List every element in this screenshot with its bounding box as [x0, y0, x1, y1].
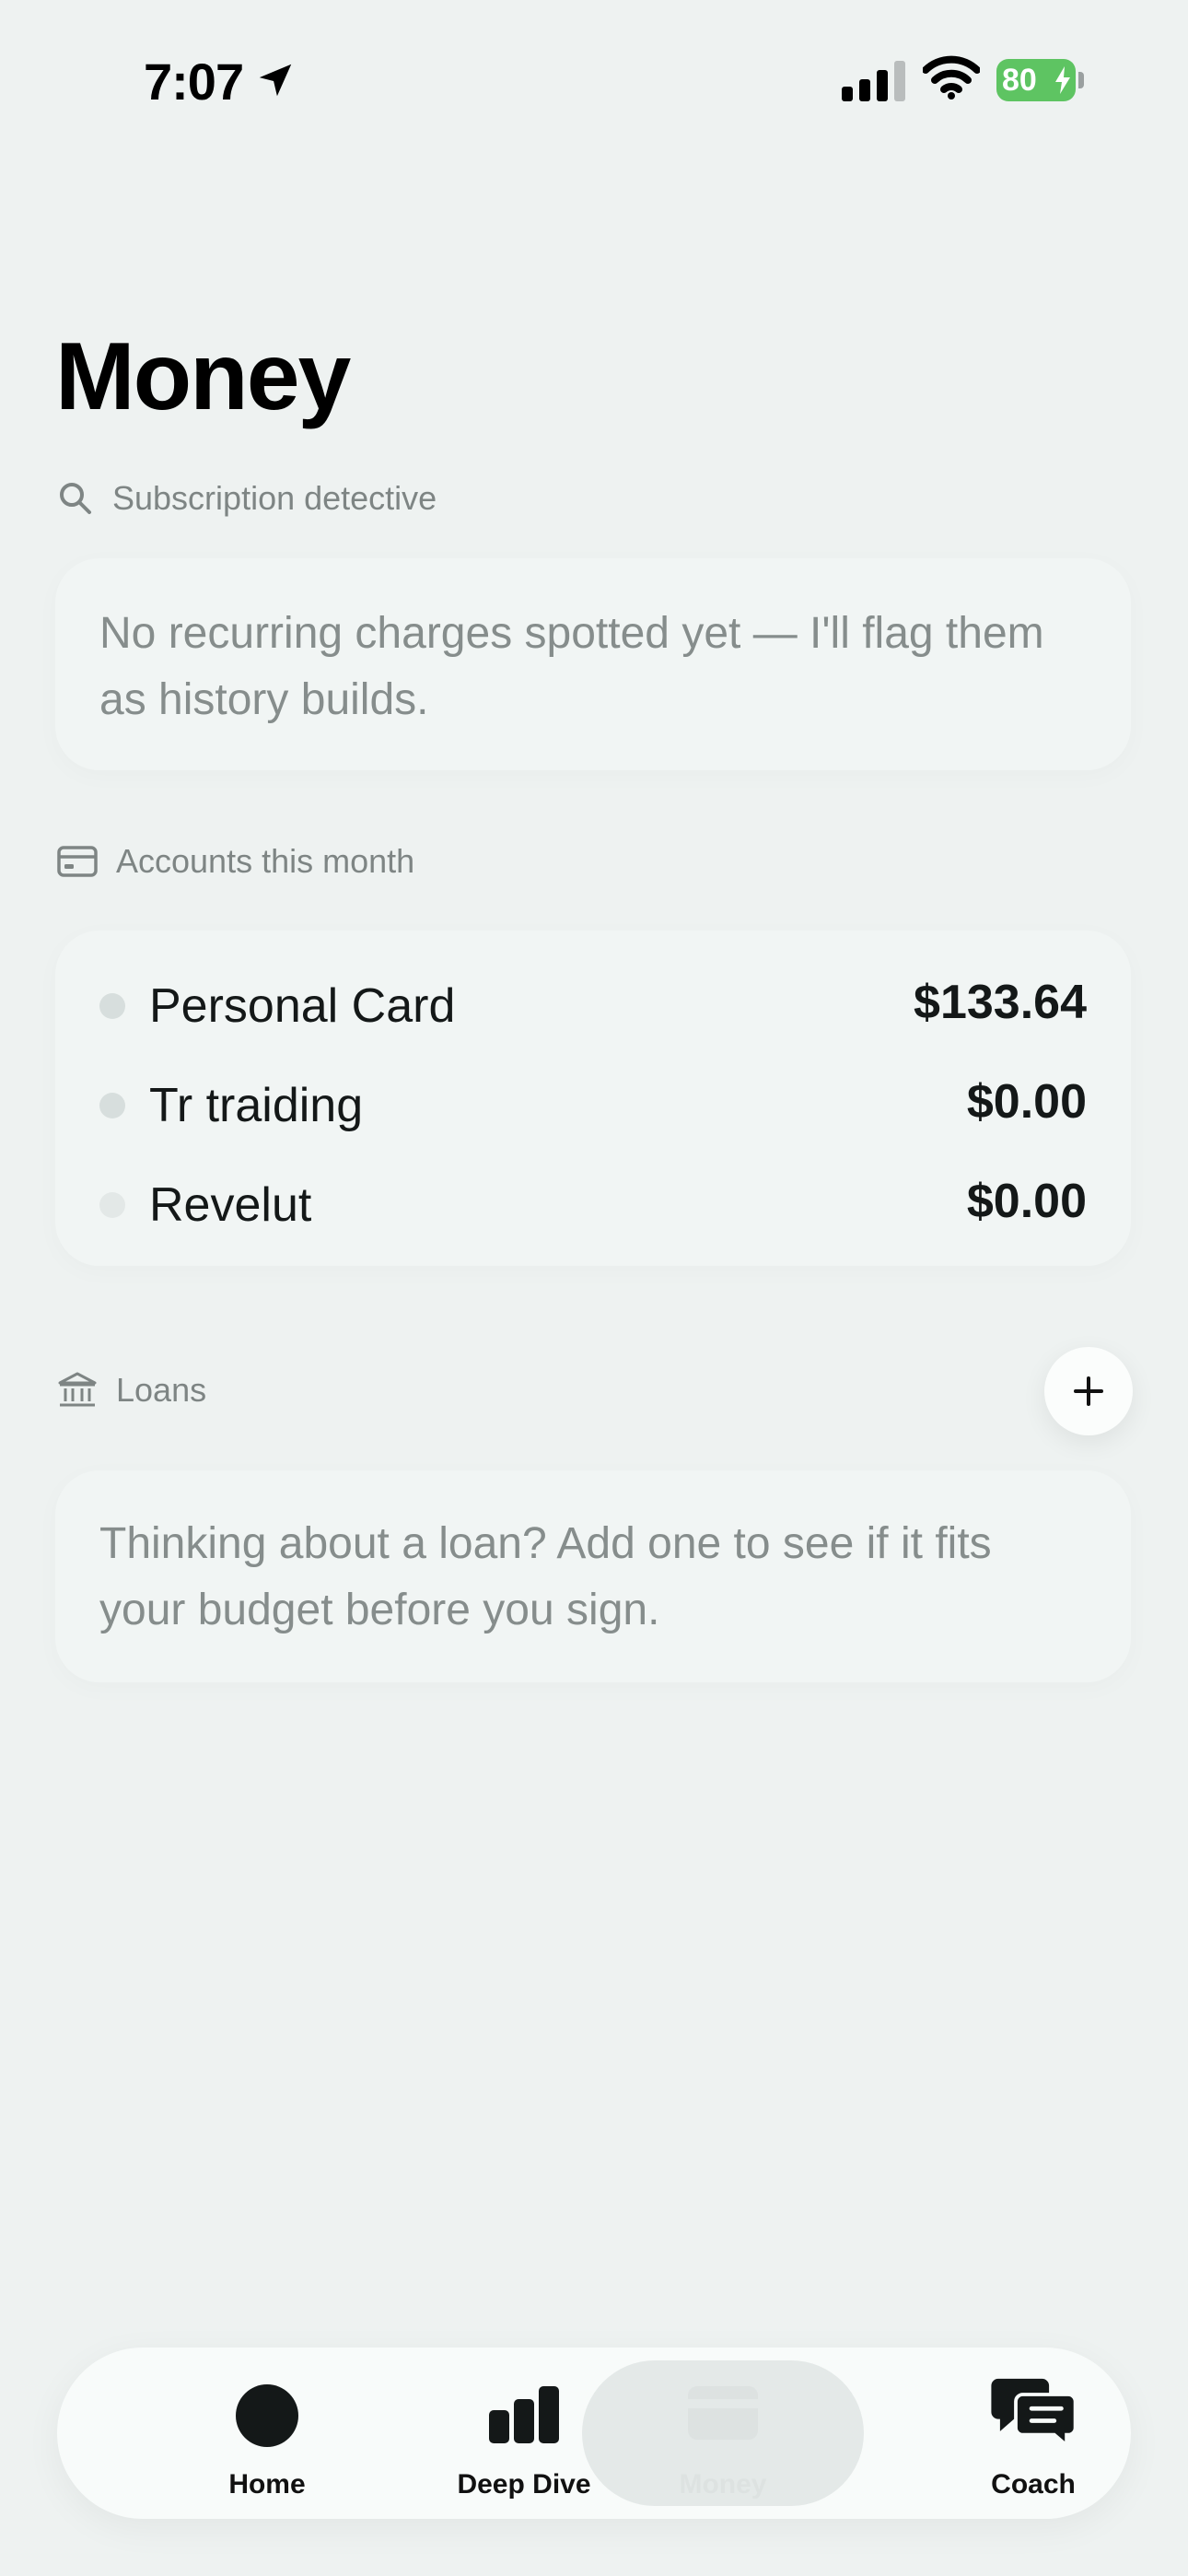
home-circle-icon: [236, 2384, 298, 2447]
wifi-icon: [923, 55, 980, 100]
account-color-dot: [99, 993, 125, 1019]
bottom-tab-bar: Home Deep Dive Money Coach: [57, 2348, 1131, 2519]
battery-nub: [1078, 72, 1084, 88]
tab-home-label: Home: [228, 2469, 306, 2500]
wallet-icon: [688, 2386, 758, 2440]
tab-money[interactable]: Money: [608, 2348, 838, 2519]
account-name: Personal Card: [149, 979, 456, 1033]
accounts-section-title: Accounts this month: [116, 842, 415, 880]
accounts-section-header: Accounts this month: [57, 842, 414, 881]
tab-deep-dive[interactable]: Deep Dive: [409, 2348, 639, 2519]
bar-chart-icon: [489, 2386, 559, 2443]
tab-coach-label: Coach: [991, 2469, 1076, 2500]
account-color-dot: [99, 1192, 125, 1218]
subscription-card: No recurring charges spotted yet — I'll …: [55, 558, 1131, 770]
plus-icon: [1074, 1376, 1103, 1406]
account-amount: $0.00: [966, 1175, 1087, 1228]
account-color-dot: [99, 1093, 125, 1118]
account-name: Revelut: [149, 1178, 312, 1232]
loans-empty-message: Thinking about a loan? Add one to see if…: [99, 1519, 992, 1634]
account-row-tr-traiding[interactable]: Tr traiding $0.00: [55, 1056, 1131, 1155]
status-bar: 7:07 80: [0, 0, 1188, 157]
chat-bubbles-icon: [991, 2378, 1077, 2447]
tab-deep-dive-label: Deep Dive: [457, 2469, 591, 2500]
account-name: Tr traiding: [149, 1079, 364, 1132]
status-time: 7:07: [144, 53, 244, 111]
account-amount: $0.00: [966, 1075, 1087, 1129]
loans-section-title: Loans: [116, 1371, 207, 1409]
subscription-section-header: Subscription detective: [57, 479, 437, 518]
tab-coach[interactable]: Coach: [918, 2348, 1148, 2519]
add-loan-button[interactable]: [1044, 1347, 1133, 1435]
loans-section-header: Loans: [57, 1371, 206, 1410]
tab-money-label: Money: [679, 2469, 767, 2500]
search-icon: [60, 483, 91, 514]
loans-card: Thinking about a loan? Add one to see if…: [55, 1470, 1131, 1682]
account-row-revelut[interactable]: Revelut $0.00: [55, 1155, 1131, 1255]
location-arrow-icon: [259, 64, 292, 97]
charging-bolt-icon: [1055, 66, 1070, 94]
account-row-personal-card[interactable]: Personal Card $133.64: [55, 956, 1131, 1056]
cellular-signal-icon: [842, 61, 905, 101]
battery-indicator: 80: [996, 59, 1085, 101]
subscription-empty-message: No recurring charges spotted yet — I'll …: [99, 609, 1044, 724]
bank-icon: [58, 1372, 97, 1407]
credit-card-icon: [57, 846, 98, 877]
page-title: Money: [55, 323, 351, 430]
accounts-card: Personal Card $133.64 Tr traiding $0.00 …: [55, 931, 1131, 1266]
money-screen: 7:07 80 Money Subscription detective No …: [0, 0, 1188, 2576]
tab-home[interactable]: Home: [152, 2348, 382, 2519]
account-amount: $133.64: [914, 976, 1087, 1029]
subscription-section-title: Subscription detective: [112, 479, 437, 517]
